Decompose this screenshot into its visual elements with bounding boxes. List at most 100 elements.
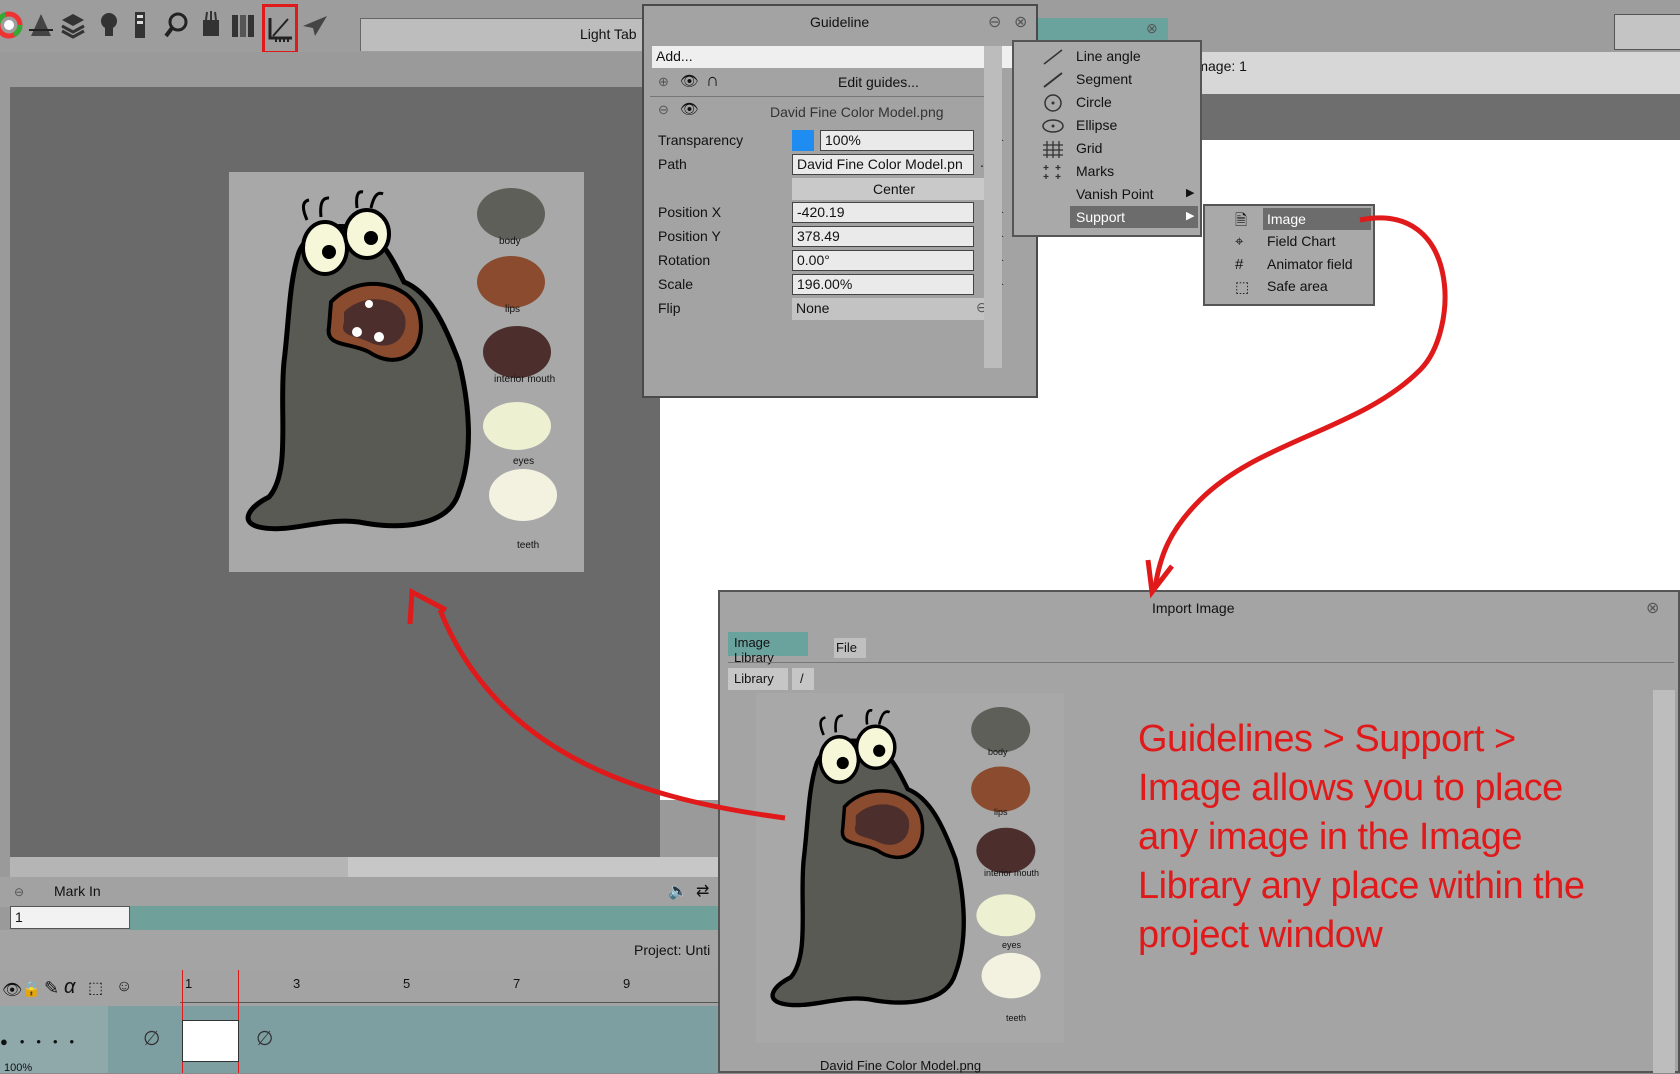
path-field[interactable]: David Fine Color Model.pn — [792, 154, 974, 175]
timeline-tick: 3 — [293, 976, 301, 991]
add-icon[interactable]: ⊕ — [658, 74, 669, 90]
swatch-label: interior mouth — [494, 374, 556, 385]
menu-item-circle[interactable]: Circle — [1076, 94, 1112, 110]
close-icon[interactable]: ⊗ — [1146, 20, 1158, 37]
path-root-button[interactable]: / — [792, 668, 814, 690]
pen-icon[interactable]: ✎ — [44, 978, 59, 999]
swatch-interior-mouth — [483, 326, 551, 378]
reference-image[interactable]: body lips interior mouth eyes teeth — [229, 172, 584, 572]
chevron-right-icon: ▶ — [1186, 210, 1195, 222]
layer-dots[interactable]: ●•••• — [0, 1034, 86, 1049]
menu-item-line-angle[interactable]: Line angle — [1076, 48, 1141, 64]
playback-strip — [130, 906, 720, 930]
transparency-field[interactable]: 100% — [820, 130, 974, 151]
face-icon[interactable]: ☺ — [116, 978, 132, 996]
books-icon[interactable] — [228, 8, 258, 42]
field-chart-icon: ⌖ — [1235, 233, 1244, 250]
add-dropdown[interactable]: Add... — [652, 46, 1032, 68]
import-scrollbar[interactable] — [1653, 690, 1675, 1073]
marks-icon — [1043, 165, 1061, 179]
transparency-label: Transparency — [658, 132, 744, 148]
remove-icon[interactable]: ⊖ — [658, 102, 669, 118]
edit-guides-button[interactable]: Edit guides... — [838, 74, 919, 90]
path-label: Path — [658, 156, 687, 172]
swatch-lips — [477, 256, 545, 308]
menu-item-marks[interactable]: Marks — [1076, 163, 1114, 179]
timeline-tick: 5 — [403, 976, 411, 991]
tab-file[interactable]: File — [834, 638, 866, 658]
menu-item-vanish-point[interactable]: Vanish Point — [1076, 186, 1154, 202]
rotation-field[interactable]: 0.00° — [792, 250, 974, 271]
menu-item-support[interactable]: Support — [1076, 209, 1125, 225]
frame-value: 1 — [15, 909, 23, 925]
swatch-label: teeth — [517, 540, 540, 551]
menu-item-image-highlight[interactable]: Image — [1263, 208, 1371, 230]
magnet-icon[interactable]: ∩ — [706, 70, 719, 91]
timeline-ruler[interactable] — [180, 992, 720, 1003]
tab-light-table[interactable]: Light Tab — [360, 18, 652, 51]
animator-field-icon: # — [1235, 256, 1244, 273]
swatch-label: body — [988, 747, 1008, 757]
paper-plane-icon[interactable] — [300, 8, 330, 42]
swatch-label: eyes — [1002, 940, 1022, 950]
eye-icon[interactable]: 👁 — [680, 72, 699, 90]
center-button[interactable]: Center — [792, 178, 996, 200]
menu-item-field-chart[interactable]: Field Chart — [1267, 233, 1335, 249]
eye-icon[interactable]: 👁 — [2, 980, 22, 1000]
menu-item-animator-field[interactable]: Animator field — [1267, 256, 1353, 272]
swatch-eyes — [483, 402, 551, 450]
circle-icon — [1044, 94, 1062, 112]
pegs-icon[interactable] — [26, 8, 56, 42]
tab-image-library-label: Image Library — [734, 635, 774, 665]
library-button[interactable]: Library — [728, 668, 788, 690]
swatch-label: interior mouth — [984, 868, 1040, 878]
menu-item-segment[interactable]: Segment — [1076, 71, 1132, 87]
position-y-label: Position Y — [658, 228, 721, 244]
loop-icon[interactable]: ⇄ — [696, 881, 709, 901]
lightbulb-icon[interactable] — [94, 8, 124, 42]
position-x-field[interactable]: -420.19 — [792, 202, 974, 223]
menu-item-grid[interactable]: Grid — [1076, 140, 1102, 156]
panel-scrollbar[interactable] — [984, 46, 1002, 368]
scale-label: Scale — [658, 276, 694, 292]
image-icon: 🗎 — [1235, 212, 1248, 229]
empty-cell-icon: ∅ — [143, 1028, 161, 1050]
menu-item-safe-area[interactable]: Safe area — [1267, 278, 1328, 294]
frame-input[interactable]: 1 — [10, 906, 130, 929]
close-icon[interactable]: ⊗ — [1014, 12, 1027, 32]
timeline-layer-controls: ●•••• 100% — [0, 1006, 108, 1074]
position-y-field[interactable]: 378.49 — [792, 226, 974, 247]
tab-image-library[interactable]: Image Library — [728, 632, 808, 665]
safe-area-icon: ⬚ — [1235, 279, 1250, 296]
transparency-swatch[interactable] — [792, 130, 814, 151]
support-submenu: Image 🗎 ⌖ Field Chart # Animator field ⬚… — [1203, 204, 1375, 306]
rotation-label: Rotation — [658, 252, 711, 268]
scrollbar-thumb[interactable] — [348, 857, 720, 877]
hat-icon[interactable] — [196, 8, 226, 42]
path-root-label: / — [800, 671, 804, 686]
preview-filename: David Fine Color Model.png — [820, 1058, 982, 1073]
right-top-field[interactable] — [1614, 14, 1680, 50]
menu-item-image[interactable]: Image — [1267, 211, 1306, 227]
menu-item-support-highlight[interactable]: Support ▶ — [1070, 206, 1198, 228]
timeline-icon[interactable] — [126, 8, 156, 42]
menu-item-ellipse[interactable]: Ellipse — [1076, 117, 1117, 133]
tab-light-table-label: Light Tab — [580, 26, 637, 42]
color-wheel-icon[interactable] — [0, 8, 24, 42]
guideline-panel: Guideline ⊖ ⊗ Add... ⊕ 👁 ∩ Edit guides..… — [642, 4, 1038, 398]
flip-dropdown[interactable]: None ⊖ — [792, 298, 996, 320]
guideline-tool-icon[interactable] — [262, 4, 298, 54]
scale-field[interactable]: 196.00% — [792, 274, 974, 295]
close-icon[interactable]: ⊗ — [1646, 598, 1659, 618]
lock-icon[interactable]: 🔒 — [22, 980, 41, 998]
selection-icon[interactable]: ⬚ — [88, 978, 103, 998]
alpha-icon[interactable]: α — [64, 976, 75, 999]
timeline-cell[interactable] — [182, 1020, 239, 1062]
magnifier-icon[interactable] — [162, 8, 192, 42]
collapse-icon[interactable]: ⊖ — [988, 12, 1001, 32]
layers-icon[interactable] — [58, 8, 88, 42]
eye-icon[interactable]: 👁 — [680, 100, 699, 118]
speaker-icon[interactable]: 🔈 — [668, 881, 688, 901]
settings-icon[interactable]: ⊖ — [14, 885, 24, 899]
library-image-thumbnail[interactable]: body lips interior mouth eyes teeth — [756, 693, 1064, 1043]
